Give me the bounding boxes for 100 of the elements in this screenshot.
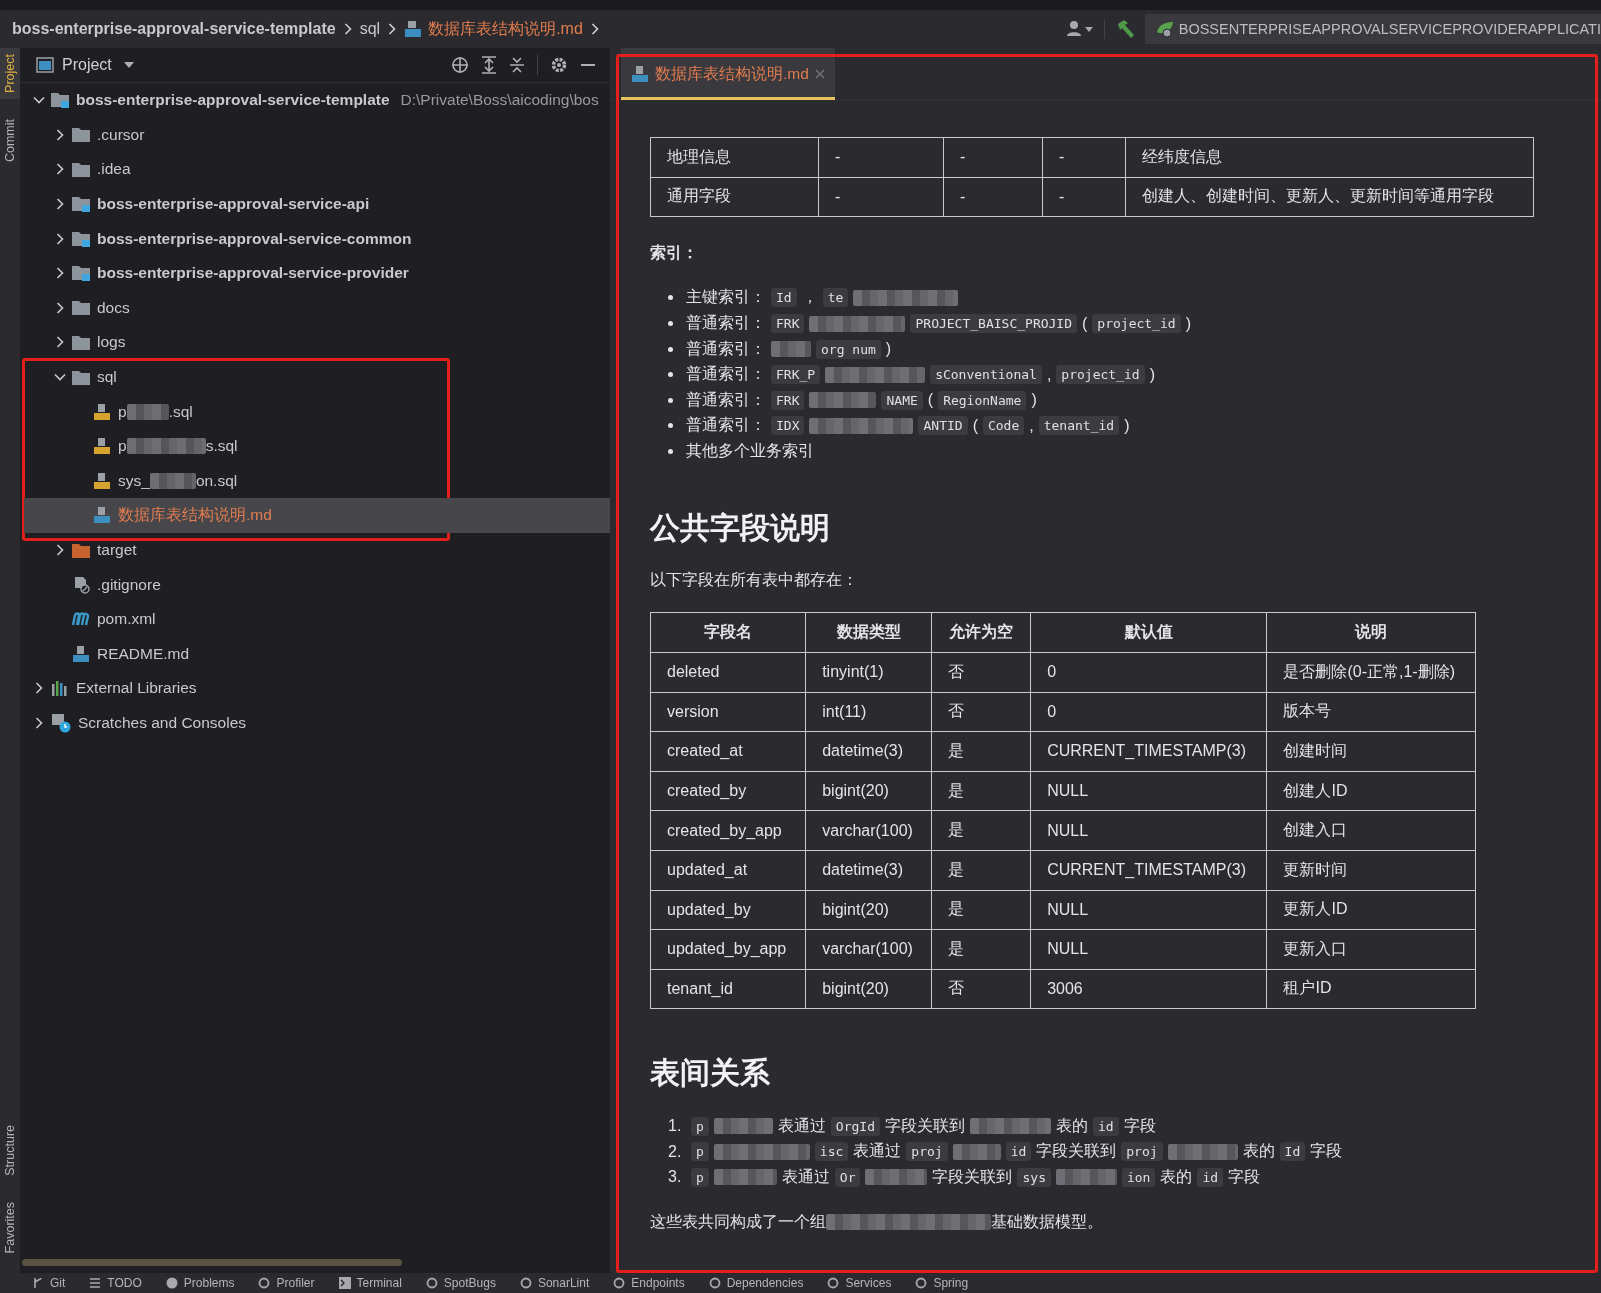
code-span: org num	[816, 339, 881, 359]
run-configuration[interactable]: BOSSENTERPRISEAPPROVALSERVICEPROVIDERAPPLICATI	[1144, 14, 1601, 44]
list-text: 表通过	[777, 1115, 826, 1136]
table-cell: updated_at	[650, 850, 806, 890]
code-span: PROJECT_BAISC_PROJID	[910, 314, 1078, 334]
code-span: proj	[906, 1142, 948, 1162]
table-cell: 是	[931, 890, 1031, 930]
crosshair-icon[interactable]	[451, 56, 469, 74]
list-label: 普通索引：	[686, 389, 766, 410]
redacted-block	[126, 403, 169, 420]
chevron-right-icon[interactable]	[54, 232, 66, 245]
tree-item[interactable]: docs	[24, 290, 610, 326]
table-cell: datetime(3)	[805, 850, 932, 890]
tool-window-button[interactable]: Git	[32, 1276, 66, 1290]
bullet-icon	[668, 346, 673, 352]
table-cell: 租户ID	[1266, 969, 1476, 1009]
tool-window-button[interactable]: Profiler	[258, 1276, 315, 1290]
list-text: 字段	[1228, 1166, 1261, 1187]
list-text: 字段关联到	[1036, 1141, 1117, 1162]
tree-item[interactable]: pom.xml	[24, 601, 610, 637]
caret-icon[interactable]	[123, 62, 134, 68]
chevron-right-icon[interactable]	[54, 544, 66, 556]
chevron-right-icon[interactable]	[54, 267, 66, 280]
list-text: (	[927, 391, 934, 410]
tool-window-button[interactable]: Endpoints	[613, 1276, 685, 1290]
table-cell: NULL	[1030, 890, 1267, 930]
tool-window-button[interactable]: Dependencies	[708, 1276, 804, 1290]
tool-window-tab[interactable]: Commit	[0, 112, 20, 168]
section-heading: 表间关系	[650, 1055, 771, 1092]
tree-item[interactable]: boss-enterprise-approval-service-provider	[24, 255, 610, 291]
code-span: FRK	[771, 314, 805, 334]
chevron-right-icon[interactable]	[54, 128, 66, 141]
chevron-right-icon[interactable]	[54, 198, 66, 211]
redacted-block	[952, 1143, 1001, 1160]
ignored-file-icon	[72, 575, 90, 594]
column-header: 默认值	[1030, 612, 1267, 653]
tree-item[interactable]: boss-enterprise-approval-service-common	[24, 221, 610, 256]
settings-icon[interactable]	[550, 56, 568, 74]
tool-window-button[interactable]: Spring	[915, 1276, 969, 1290]
chevron-right-icon[interactable]	[33, 682, 45, 695]
collapse-all-icon[interactable]	[509, 56, 525, 74]
table-cell: 3006	[1030, 969, 1267, 1009]
tree-item[interactable]: p .sql	[24, 394, 610, 429]
tree-item[interactable]: sql	[24, 359, 610, 395]
breadcrumb-item[interactable]: sql	[359, 20, 381, 38]
tree-item[interactable]: .idea	[24, 152, 610, 187]
scrollbar-thumb[interactable]	[22, 1259, 402, 1266]
tree-item[interactable]: boss-enterprise-approval-service-api	[24, 186, 610, 222]
close-icon[interactable]	[814, 69, 825, 79]
folder-icon	[72, 162, 90, 177]
tree-item[interactable]: .cursor	[24, 117, 610, 153]
tool-window-button[interactable]: Terminal	[338, 1276, 402, 1290]
markdown-file-icon	[93, 506, 111, 525]
breadcrumb-item[interactable]: boss-enterprise-approval-service-template	[12, 20, 336, 38]
breadcrumb-item[interactable]: 数据库表结构说明.md	[428, 18, 583, 40]
bullet-icon	[668, 449, 673, 455]
tool-window-button[interactable]: Problems	[165, 1276, 235, 1290]
table-cell: -	[943, 177, 1043, 217]
table-cell: 更新人ID	[1266, 890, 1476, 930]
user-icon[interactable]	[1065, 20, 1094, 38]
chevron-right-icon[interactable]	[54, 336, 66, 349]
bullet-icon	[668, 423, 673, 429]
panel-title[interactable]: Project	[62, 56, 112, 74]
tree-item[interactable]: target	[24, 532, 610, 568]
tool-window-tab[interactable]: Favorites	[0, 1195, 20, 1259]
table-cell: 是	[931, 850, 1031, 890]
tool-window-button[interactable]: SpotBugs	[425, 1276, 496, 1290]
code-span: p	[691, 1142, 709, 1162]
table-cell: bigint(20)	[805, 969, 932, 1009]
editor-tab[interactable]: 数据库表结构说明.md	[621, 48, 835, 100]
code-span: Id	[771, 288, 797, 308]
table-cell: -	[1042, 177, 1126, 217]
tool-window-button[interactable]: SonarLint	[519, 1276, 590, 1290]
chevron-right-icon[interactable]	[54, 163, 66, 176]
code-span: NAME	[881, 390, 923, 410]
tree-item[interactable]: boss-enterprise-approval-service-template D:\Private\Boss\aicoding\bos	[24, 83, 610, 118]
tree-item[interactable]: p s.sql	[24, 428, 610, 464]
code-span: proj	[1121, 1142, 1163, 1162]
chevron-right-icon[interactable]	[54, 301, 66, 314]
ring-icon	[519, 1277, 532, 1289]
code-span: project_id	[1056, 365, 1145, 385]
table-cell: created_by	[650, 771, 806, 811]
tree-item[interactable]: logs	[24, 325, 610, 360]
code-span: te	[822, 288, 849, 308]
list-icon	[89, 1277, 102, 1289]
chevron-right-icon[interactable]	[33, 717, 45, 729]
tree-item[interactable]: sys_ on.sql	[24, 463, 610, 499]
chevron-icon	[388, 23, 397, 35]
tool-window-tab[interactable]: Structure	[0, 1118, 20, 1182]
tree-item[interactable]: README.md	[24, 636, 610, 672]
tool-window-tab[interactable]: Project	[0, 48, 20, 99]
expand-all-icon[interactable]	[481, 56, 497, 74]
table-cell: 是	[931, 929, 1031, 970]
tree-item[interactable]: External Libraries	[24, 671, 610, 706]
ring-icon	[827, 1277, 840, 1289]
tool-window-button[interactable]: Services	[827, 1276, 892, 1290]
tree-item[interactable]: .gitignore	[24, 567, 610, 602]
tree-item[interactable]: Scratches and Consoles	[24, 705, 610, 741]
tool-window-button[interactable]: TODO	[89, 1276, 142, 1290]
table-cell: 否	[931, 692, 1031, 732]
